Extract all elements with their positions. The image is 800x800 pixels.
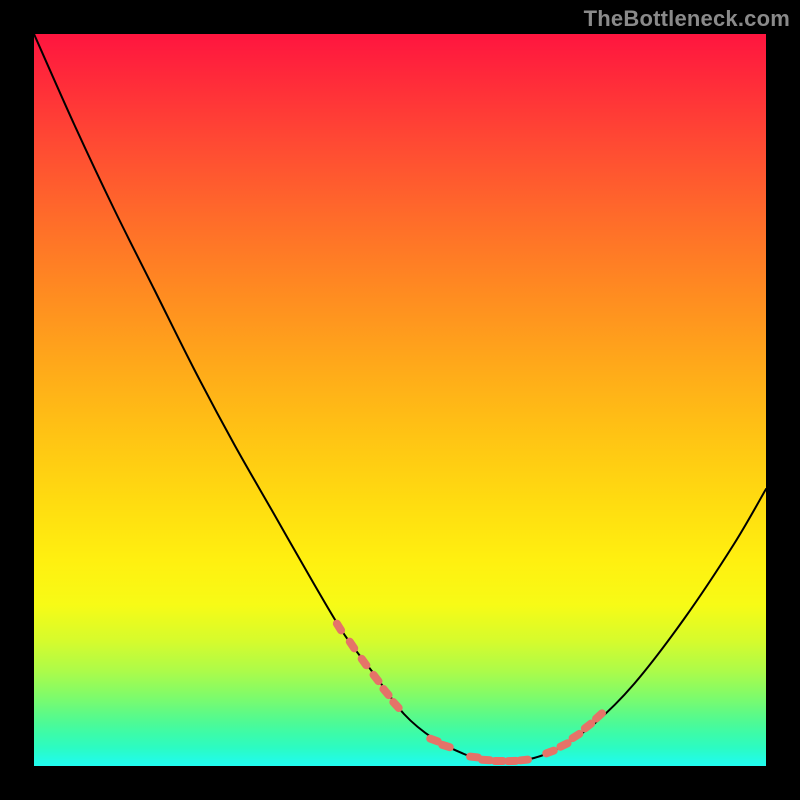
plot-area [34,34,766,766]
curve-layer [34,34,766,766]
bottleneck-curve [34,34,766,761]
chart-frame: TheBottleneck.com [0,0,800,800]
curve-marker [437,740,455,753]
curve-markers [331,618,607,765]
watermark-text: TheBottleneck.com [584,6,790,32]
curve-marker [516,755,533,765]
curve-marker [541,746,559,759]
